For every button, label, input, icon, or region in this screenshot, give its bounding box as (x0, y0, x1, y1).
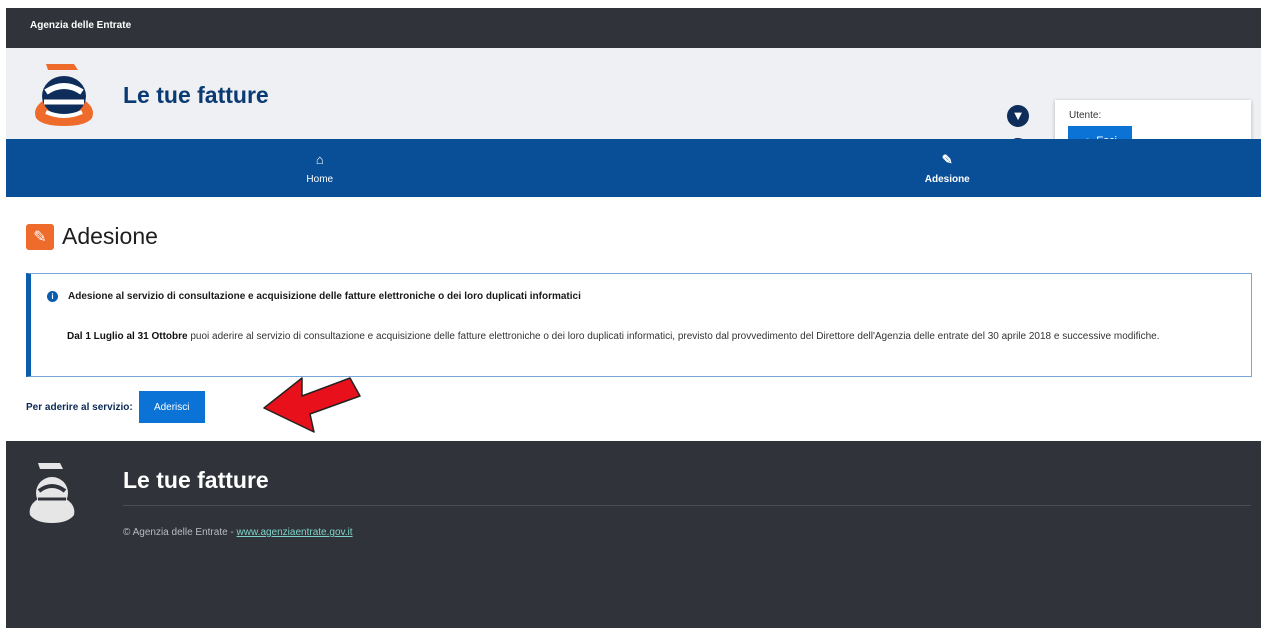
footer-title: Le tue fatture (123, 467, 269, 493)
user-guide-icon[interactable]: ▼ (1007, 105, 1029, 127)
browser-viewport: Agenzia delle Entrate Le tue fatture ▼ i… (6, 8, 1261, 628)
page-title: Adesione (62, 223, 158, 249)
footer-divider (123, 505, 1251, 506)
notice-body: Dal 1 Luglio al 31 Ottobre puoi aderire … (67, 327, 1237, 346)
join-label: Per aderire al servizio: (26, 401, 133, 413)
join-row: Per aderire al servizio: Aderisci (26, 391, 205, 423)
app-title[interactable]: Le tue fatture (123, 82, 269, 109)
site-header: Le tue fatture ▼ i Utente: ➲ Esci (6, 48, 1261, 166)
join-button[interactable]: Aderisci (138, 391, 205, 423)
footer-copyright: © Agenzia delle Entrate - www.agenziaent… (123, 527, 353, 538)
agency-site-link[interactable]: www.agenziaentrate.gov.it (237, 527, 353, 538)
nav-item-adesione[interactable]: ✎ Adesione (634, 139, 1262, 197)
agency-logo-white (29, 463, 75, 523)
edit-icon: ✎ (26, 223, 54, 250)
red-arrow-annotation (263, 377, 361, 433)
user-label: Utente: (1069, 110, 1102, 121)
agency-logo[interactable] (26, 60, 102, 130)
copyright-text: © Agenzia delle Entrate - (123, 527, 237, 538)
top-strip: Agenzia delle Entrate (6, 8, 1261, 48)
org-name[interactable]: Agenzia delle Entrate (30, 20, 131, 31)
nav-label: Home (306, 173, 334, 185)
pencil-icon: ✎ (941, 151, 953, 167)
info-circle-icon: i (47, 291, 58, 302)
notice-heading: i Adesione al servizio di consultazione … (47, 291, 581, 302)
nav-label: Adesione (924, 173, 970, 185)
notice-heading-text: Adesione al servizio di consultazione e … (68, 291, 581, 302)
site-footer: Le tue fatture © Agenzia delle Entrate -… (6, 441, 1261, 628)
info-notice: i Adesione al servizio di consultazione … (26, 273, 1252, 377)
home-icon: ⌂ (315, 151, 324, 167)
main-nav: ⌂ Home ✎ Adesione (6, 139, 1261, 197)
page-heading: ✎ Adesione (26, 223, 158, 250)
nav-item-home[interactable]: ⌂ Home (6, 139, 634, 197)
notice-dates: Dal 1 Luglio al 31 Ottobre (67, 331, 188, 342)
notice-text: puoi aderire al servizio di consultazion… (187, 331, 1160, 342)
